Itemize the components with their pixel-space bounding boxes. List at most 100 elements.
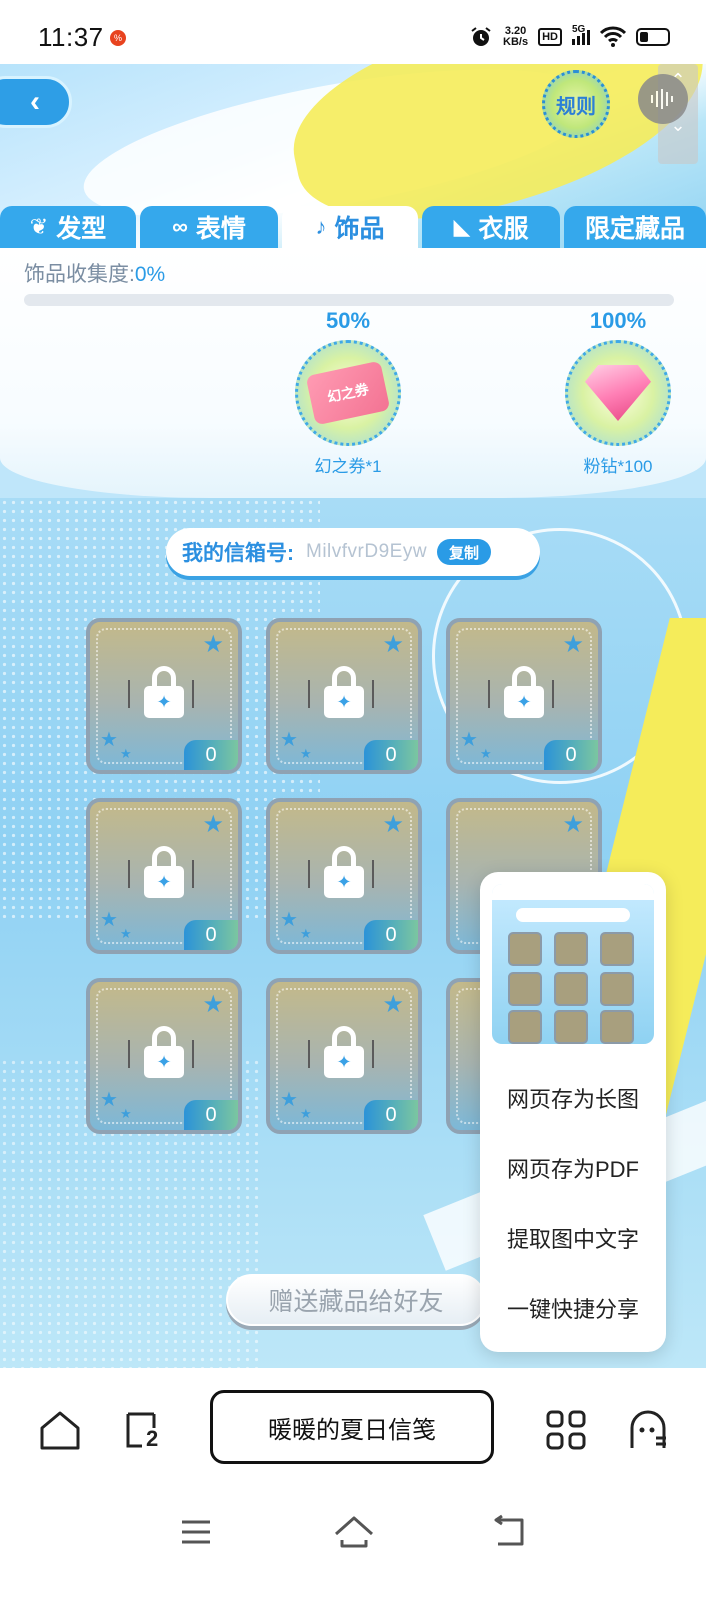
mailbox-id-bar: 我的信箱号: MilvfvrD9Eyw 复制 [166, 528, 540, 576]
star-icon: ★ [100, 909, 118, 931]
menu-quick-share[interactable]: 一键快捷分享 [480, 1292, 666, 1324]
mask-icon: ∞ [172, 214, 188, 239]
page-title-bar[interactable]: 暖暖的夏日信笺 [210, 1390, 494, 1464]
item-card[interactable]: ★ ★ ★ ✦ 0 [266, 618, 422, 774]
status-time: 11:37 [38, 22, 104, 52]
item-card[interactable]: ★ ★ ★ ✦ 0 [86, 618, 242, 774]
item-count: 0 [544, 740, 598, 770]
tab-accessory[interactable]: ♪ 饰品 [282, 206, 418, 248]
ticket-icon: 幻之券 [305, 360, 391, 426]
hair-icon: ❦ [29, 214, 49, 239]
tab-hairstyle[interactable]: ❦ 发型 [0, 206, 136, 248]
item-count: 0 [364, 1100, 418, 1130]
item-card[interactable]: ★ ★ ★ ✦ 0 [86, 798, 242, 954]
lock-icon: ✦ [324, 666, 364, 718]
home-nav-icon[interactable] [332, 1510, 376, 1554]
item-count: 0 [364, 920, 418, 950]
tab-clothes[interactable]: ◣ 衣服 [422, 206, 560, 248]
menu-icon[interactable] [174, 1510, 218, 1554]
battery-icon [636, 28, 670, 46]
star-icon: ★ [120, 926, 132, 941]
star-icon: ★ [202, 811, 224, 838]
lock-icon: ✦ [144, 666, 184, 718]
page-thumbnail[interactable] [492, 884, 654, 1044]
copy-button[interactable]: 复制 [437, 539, 492, 565]
accessory-icon: ♪ [315, 214, 327, 239]
apps-grid-icon[interactable] [544, 1408, 588, 1452]
milestone-reward: 粉钻*100 [583, 457, 653, 476]
star-icon: ★ [382, 631, 404, 658]
star-icon: ★ [300, 746, 312, 761]
star-icon: ★ [120, 746, 132, 761]
system-navigation-bar [0, 1488, 720, 1600]
milestone-50[interactable]: 50% 幻之券 幻之券*1 [288, 308, 408, 477]
star-icon: ★ [300, 926, 312, 941]
item-count: 0 [184, 740, 238, 770]
tab-switcher-button[interactable]: 2 [120, 1408, 164, 1452]
mailbox-label: 我的信箱号: [182, 542, 294, 565]
browser-toolbar: 2 暖暖的夏日信笺 [0, 1368, 720, 1488]
item-card[interactable]: ★ ★ ★ ✦ 0 [266, 978, 422, 1134]
tab-label: 饰品 [334, 215, 385, 243]
signal-icon: 5G [572, 24, 590, 45]
alarm-icon [471, 27, 491, 46]
web-content: ‹ 规则 ⌃ ⌄ ❦ 发型 ∞ 表情 ♪ 饰品 ◣ 衣服 限定藏品 饰品收集度:… [0, 64, 706, 1368]
menu-extract-text[interactable]: 提取图中文字 [480, 1222, 666, 1254]
star-icon: ★ [562, 631, 584, 658]
wifi-icon [600, 26, 626, 47]
mailbox-value: MilvfvrD9Eyw [306, 541, 428, 562]
star-icon: ★ [300, 1106, 312, 1121]
status-icons: 3.20 KB/s HD 5G [469, 22, 670, 52]
collection-panel: 饰品收集度:0% 50% 幻之券 幻之券*1 100% 粉钻*100 [0, 248, 706, 498]
collection-label: 饰品收集度:0% [24, 258, 165, 288]
rules-button[interactable]: 规则 [542, 70, 610, 138]
tab-limited[interactable]: 限定藏品 [564, 206, 706, 248]
star-icon: ★ [202, 991, 224, 1018]
star-icon: ★ [382, 991, 404, 1018]
star-icon: ★ [120, 1106, 132, 1121]
tab-label: 限定藏品 [584, 215, 685, 243]
star-icon: ★ [280, 729, 298, 751]
star-icon: ★ [202, 631, 224, 658]
home-icon[interactable] [38, 1408, 82, 1452]
tab-expression[interactable]: ∞ 表情 [140, 206, 278, 248]
collection-label-text: 饰品收集度: [24, 263, 135, 286]
milestone-reward-circle: 幻之券 [295, 340, 401, 446]
milestone-reward-circle [565, 340, 671, 446]
item-card[interactable]: ★ ★ ★ ✦ 0 [86, 978, 242, 1134]
gift-to-friend-button[interactable]: 赠送藏品给好友 [226, 1274, 486, 1326]
ticket-text: 幻之券 [325, 380, 371, 406]
lock-icon: ✦ [144, 1026, 184, 1078]
star-icon: ★ [100, 729, 118, 751]
audio-wave-icon[interactable] [638, 74, 688, 124]
lock-icon: ✦ [504, 666, 544, 718]
milestone-percent: 50% [325, 308, 371, 333]
star-icon: ★ [480, 746, 492, 761]
back-button[interactable]: ‹ [0, 76, 72, 128]
item-card[interactable]: ★ ★ ★ ✦ 0 [266, 798, 422, 954]
milestone-percent: 100% [589, 308, 647, 333]
tab-label: 表情 [195, 215, 246, 243]
tab-count: 2 [146, 1426, 159, 1451]
lock-icon: ✦ [324, 846, 364, 898]
category-tabs: ❦ 发型 ∞ 表情 ♪ 饰品 ◣ 衣服 限定藏品 [0, 206, 706, 248]
star-icon: ★ [460, 729, 478, 751]
menu-save-pdf[interactable]: 网页存为PDF [480, 1152, 666, 1184]
hd-badge: HD [538, 28, 562, 46]
milestone-100[interactable]: 100% 粉钻*100 [558, 308, 678, 477]
profile-ghost-icon[interactable] [626, 1408, 670, 1452]
lock-icon: ✦ [324, 1026, 364, 1078]
back-nav-icon[interactable] [488, 1510, 532, 1554]
network-speed-unit: KB/s [503, 36, 529, 48]
star-icon: ★ [562, 811, 584, 838]
pink-diamond-icon [585, 365, 651, 421]
item-count: 0 [184, 920, 238, 950]
star-icon: ★ [100, 1089, 118, 1111]
star-icon: ★ [382, 811, 404, 838]
item-count: 0 [184, 1100, 238, 1130]
star-icon: ★ [280, 1089, 298, 1111]
menu-save-long-image[interactable]: 网页存为长图 [480, 1082, 666, 1114]
status-bar: 11:37 % 3.20 KB/s HD 5G [0, 0, 720, 64]
item-card[interactable]: ★ ★ ★ ✦ 0 [446, 618, 602, 774]
collection-progress-bar [24, 294, 674, 306]
